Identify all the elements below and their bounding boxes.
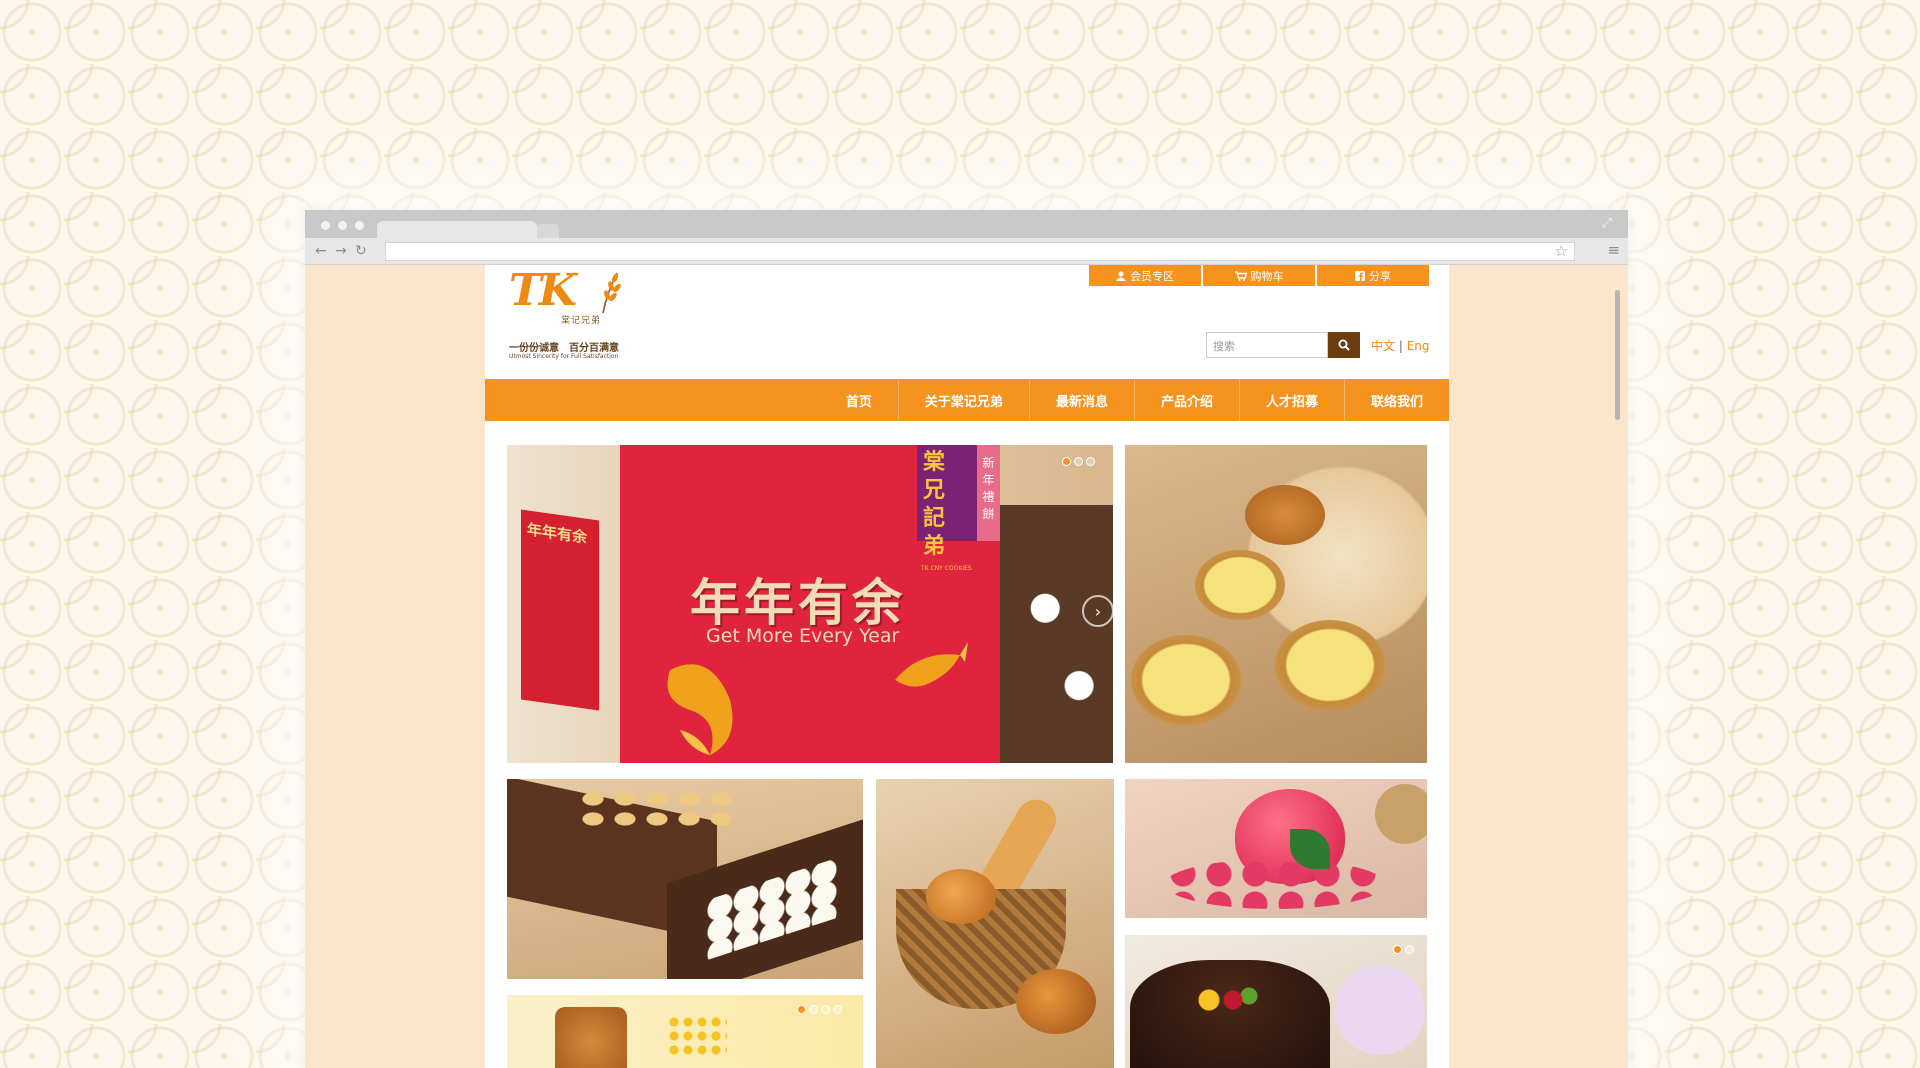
- minimize-window-button[interactable]: [338, 221, 347, 230]
- search-button[interactable]: [1328, 332, 1360, 358]
- back-arrow-icon[interactable]: ←: [315, 242, 327, 260]
- close-window-button[interactable]: [321, 221, 330, 230]
- logo-slogan-en: Utmost Sincerity for Full Satisfaction: [509, 353, 619, 360]
- bun-image: [926, 869, 996, 924]
- white-cookies-image: [707, 857, 837, 961]
- maximize-window-button[interactable]: [355, 221, 364, 230]
- top-utility-bar: 会员专区 购物车 分享: [1089, 265, 1429, 286]
- share-button[interactable]: 分享: [1317, 265, 1429, 286]
- bun-image: [1016, 969, 1096, 1034]
- goldfish-small-icon: [895, 642, 968, 687]
- egg-tart-image: [1195, 550, 1285, 620]
- banner-badge-name: 棠兄記弟: [923, 450, 946, 559]
- nav-about[interactable]: 关于棠记兄弟: [897, 379, 1029, 421]
- small-peach-buns-image: [1165, 859, 1385, 909]
- almond-cookies-image: [577, 789, 737, 829]
- banner-badge: 棠兄記弟 TK CNY COOKIES: [917, 445, 977, 572]
- cake-pager: [1393, 945, 1414, 954]
- lang-chinese-link[interactable]: 中文: [1371, 339, 1395, 353]
- cookies-photo: [1000, 505, 1113, 763]
- pager-dot[interactable]: [809, 1005, 818, 1014]
- site-logo[interactable]: TK 棠记兄弟 一份份诚意 百分百满意 Utmost Sincerity for…: [509, 267, 629, 362]
- address-bar[interactable]: ☆: [385, 242, 1575, 261]
- scrollbar-thumb[interactable]: [1615, 290, 1620, 420]
- browser-toolbar: ← → ↻ ☆ ≡: [305, 238, 1628, 265]
- pager-dot[interactable]: [833, 1005, 842, 1014]
- egg-tart-image: [1131, 635, 1241, 725]
- cookie-box-image: 年年有余: [521, 509, 599, 711]
- banner-side-tag: 新年禮餅: [977, 445, 1000, 541]
- chocolate-cake-photo[interactable]: [1125, 935, 1427, 1068]
- main-navigation: 首页 关于棠记兄弟 最新消息 产品介绍 人才招募 联络我们: [485, 379, 1449, 421]
- search-icon: [1338, 339, 1350, 351]
- nav-home[interactable]: 首页: [820, 379, 898, 421]
- goldfish-icon: [667, 664, 733, 755]
- member-area-button[interactable]: 会员专区: [1089, 265, 1201, 286]
- logo-name: 棠记兄弟: [561, 316, 602, 326]
- browser-tab[interactable]: [377, 221, 537, 238]
- nav-contact[interactable]: 联络我们: [1343, 379, 1449, 421]
- pager-dot[interactable]: [797, 1005, 806, 1014]
- bookmark-star-icon[interactable]: ☆: [1555, 242, 1568, 260]
- bread-basket-photo[interactable]: [876, 779, 1114, 1068]
- fruit-topping-image: [1185, 980, 1265, 1020]
- mooncake-pager: [797, 1005, 842, 1014]
- nav-products[interactable]: 产品介绍: [1133, 379, 1239, 421]
- pager-dot[interactable]: [1074, 457, 1083, 466]
- member-area-label: 会员专区: [1130, 269, 1174, 283]
- cart-button[interactable]: 购物车: [1203, 265, 1315, 286]
- mooncake-image: [555, 1007, 627, 1068]
- banner-badge-sub: TK CNY COOKIES: [921, 565, 972, 572]
- steamer-image: [1375, 784, 1427, 844]
- search-input[interactable]: 搜索: [1206, 332, 1328, 358]
- slider-next-icon[interactable]: ›: [1082, 595, 1113, 627]
- window-controls: [321, 221, 364, 230]
- site-page: TK 棠记兄弟 一份份诚意 百分百满意 Utmost Sincerity for…: [485, 265, 1449, 1068]
- egg-tart-image: [1275, 620, 1385, 710]
- user-icon: [1116, 271, 1126, 281]
- share-label: 分享: [1369, 269, 1391, 283]
- peach-bun-photo[interactable]: [1125, 779, 1427, 918]
- cart-label: 购物车: [1250, 269, 1284, 283]
- forward-arrow-icon[interactable]: →: [335, 242, 347, 260]
- web-viewport: TK 棠记兄弟 一份份诚意 百分百满意 Utmost Sincerity for…: [305, 265, 1628, 1068]
- cart-icon: [1234, 270, 1247, 281]
- facebook-icon: [1355, 270, 1365, 281]
- pager-dot[interactable]: [1393, 945, 1402, 954]
- cookies-tray-photo[interactable]: [507, 779, 863, 979]
- reload-icon[interactable]: ↻: [355, 242, 367, 260]
- language-switcher: 中文 | Eng: [1371, 337, 1430, 354]
- pager-dot[interactable]: [1062, 457, 1071, 466]
- pager-dot[interactable]: [1405, 945, 1414, 954]
- egg-tart-photo[interactable]: [1125, 445, 1427, 763]
- mooncake-photo[interactable]: [507, 995, 863, 1068]
- cookie-box-title: 年年有余: [527, 520, 588, 547]
- wheat-icon: [602, 272, 621, 314]
- pager-dot[interactable]: [1086, 457, 1095, 466]
- banner-slider[interactable]: 年年有余 年年有余 Get More Every Year 棠兄記弟 TK CN…: [507, 445, 1113, 763]
- browser-menu-icon[interactable]: ≡: [1607, 241, 1620, 259]
- browser-tab-bar: ⤢: [305, 210, 1628, 238]
- lang-separator: |: [1398, 339, 1403, 353]
- lang-english-link[interactable]: Eng: [1407, 339, 1430, 353]
- pastel-dessert-image: [1335, 965, 1425, 1055]
- pastry-image: [1245, 485, 1325, 545]
- nav-news[interactable]: 最新消息: [1028, 379, 1134, 421]
- flower-decoration-image: [667, 1015, 727, 1055]
- logo-slogan: 一份份诚意 百分百满意: [509, 343, 619, 354]
- banner-red-panel: 年年有余 Get More Every Year 棠兄記弟 TK CNY COO…: [620, 445, 1000, 763]
- pager-dot[interactable]: [821, 1005, 830, 1014]
- banner-pager: [1062, 457, 1095, 466]
- new-tab-button[interactable]: [537, 224, 559, 238]
- browser-window: ⤢ ← → ↻ ☆ ≡ TK 棠记兄弟 一份份诚意 百分百满意 Utmost S…: [305, 210, 1628, 1068]
- expand-icon[interactable]: ⤢: [1602, 216, 1612, 231]
- nav-careers[interactable]: 人才招募: [1238, 379, 1344, 421]
